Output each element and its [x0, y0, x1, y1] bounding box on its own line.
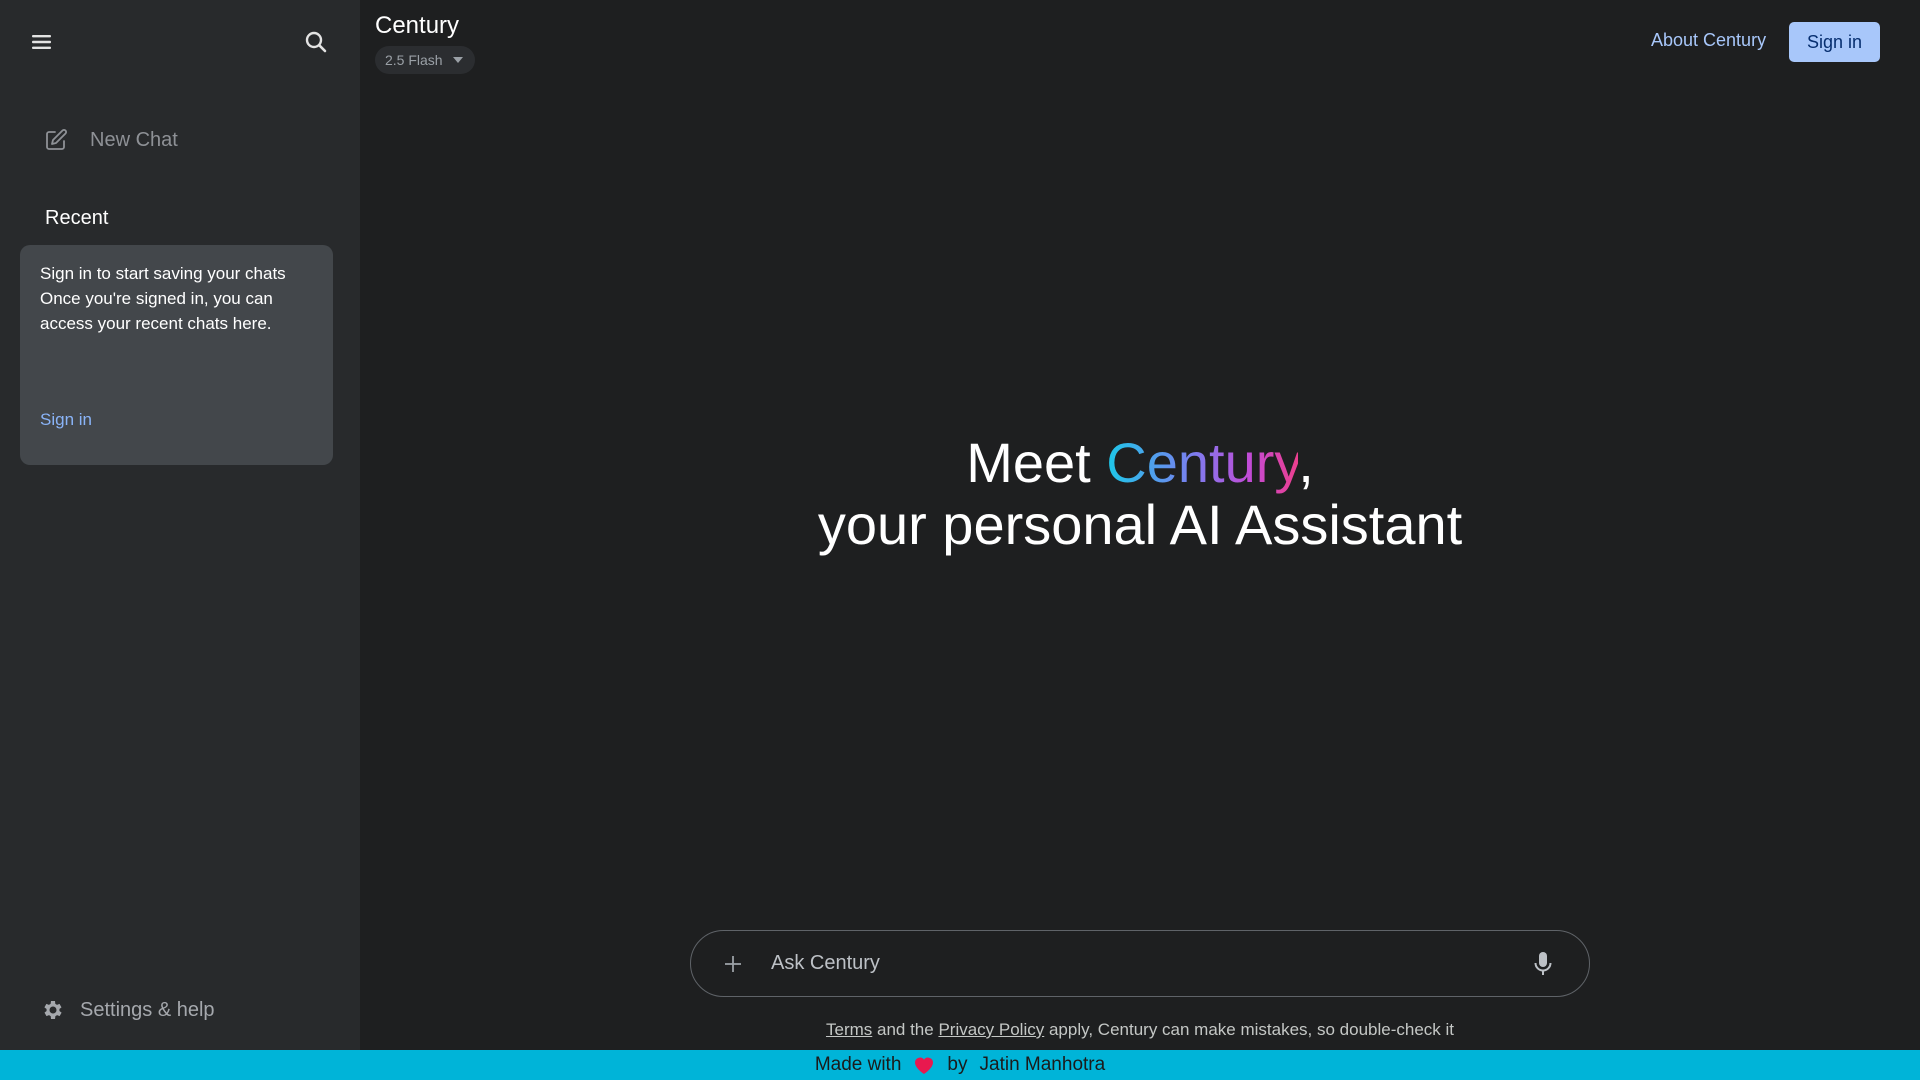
microphone-button[interactable]	[1523, 944, 1563, 984]
gear-icon	[44, 1001, 62, 1019]
footer-credit: Made with by Jatin Manhotra	[0, 1050, 1920, 1080]
hero-line1: Meet Century,	[360, 432, 1920, 494]
disclaimer: Terms and the Privacy Policy apply, Cent…	[360, 1020, 1920, 1040]
prompt-input[interactable]	[771, 943, 1523, 984]
hamburger-menu-icon	[32, 35, 51, 49]
disclaimer-rest: apply, Century can make mistakes, so dou…	[1044, 1020, 1455, 1039]
signin-card-line1: Sign in to start saving your chats	[40, 264, 286, 283]
header-signin-button[interactable]: Sign in	[1789, 22, 1880, 62]
microphone-icon	[1534, 951, 1552, 975]
sidebar: New Chat Recent Sign in to start saving …	[0, 0, 360, 1050]
settings-help-button[interactable]: Settings & help	[40, 990, 215, 1030]
menu-button[interactable]	[20, 20, 64, 64]
model-selected-value: 2.5 Flash	[385, 52, 443, 68]
app-title: Century	[375, 12, 460, 39]
plus-icon	[725, 955, 741, 972]
footer-author: Jatin Manhotra	[979, 1054, 1106, 1075]
new-chat-label: New Chat	[90, 128, 178, 151]
signin-prompt-card: Sign in to start saving your chats Once …	[20, 245, 333, 465]
signin-card-line2: Once you're signed in, you can access yo…	[40, 289, 273, 333]
edit-pencil-icon	[46, 129, 67, 150]
settings-label: Settings & help	[80, 998, 215, 1021]
about-link[interactable]: About Century	[1651, 30, 1766, 51]
recent-heading: Recent	[45, 207, 109, 229]
attach-button[interactable]	[713, 944, 753, 984]
footer-made-with: Made with	[814, 1054, 902, 1075]
app-root: New Chat Recent Sign in to start saving …	[0, 0, 1920, 1080]
hero-greeting: Meet Century, your personal AI Assistant	[360, 432, 1920, 556]
privacy-policy-link[interactable]: Privacy Policy	[938, 1020, 1044, 1039]
terms-link[interactable]: Terms	[826, 1020, 872, 1039]
search-icon	[305, 31, 327, 53]
model-selector[interactable]: 2.5 Flash	[375, 46, 475, 74]
search-button[interactable]	[294, 20, 338, 64]
hero-brand: Century	[1106, 431, 1299, 494]
prompt-bar	[690, 930, 1590, 997]
card-signin-link[interactable]: Sign in	[40, 410, 92, 430]
footer-by: by	[947, 1054, 968, 1075]
caret-down-icon	[452, 57, 463, 63]
hero-prefix: Meet	[966, 431, 1107, 494]
heart-icon	[915, 1057, 934, 1074]
disclaimer-and-the: and the	[872, 1020, 939, 1039]
hero-line2: your personal AI Assistant	[817, 493, 1463, 556]
hero-suffix: ,	[1298, 431, 1314, 494]
new-chat-button[interactable]: New Chat	[32, 118, 178, 162]
